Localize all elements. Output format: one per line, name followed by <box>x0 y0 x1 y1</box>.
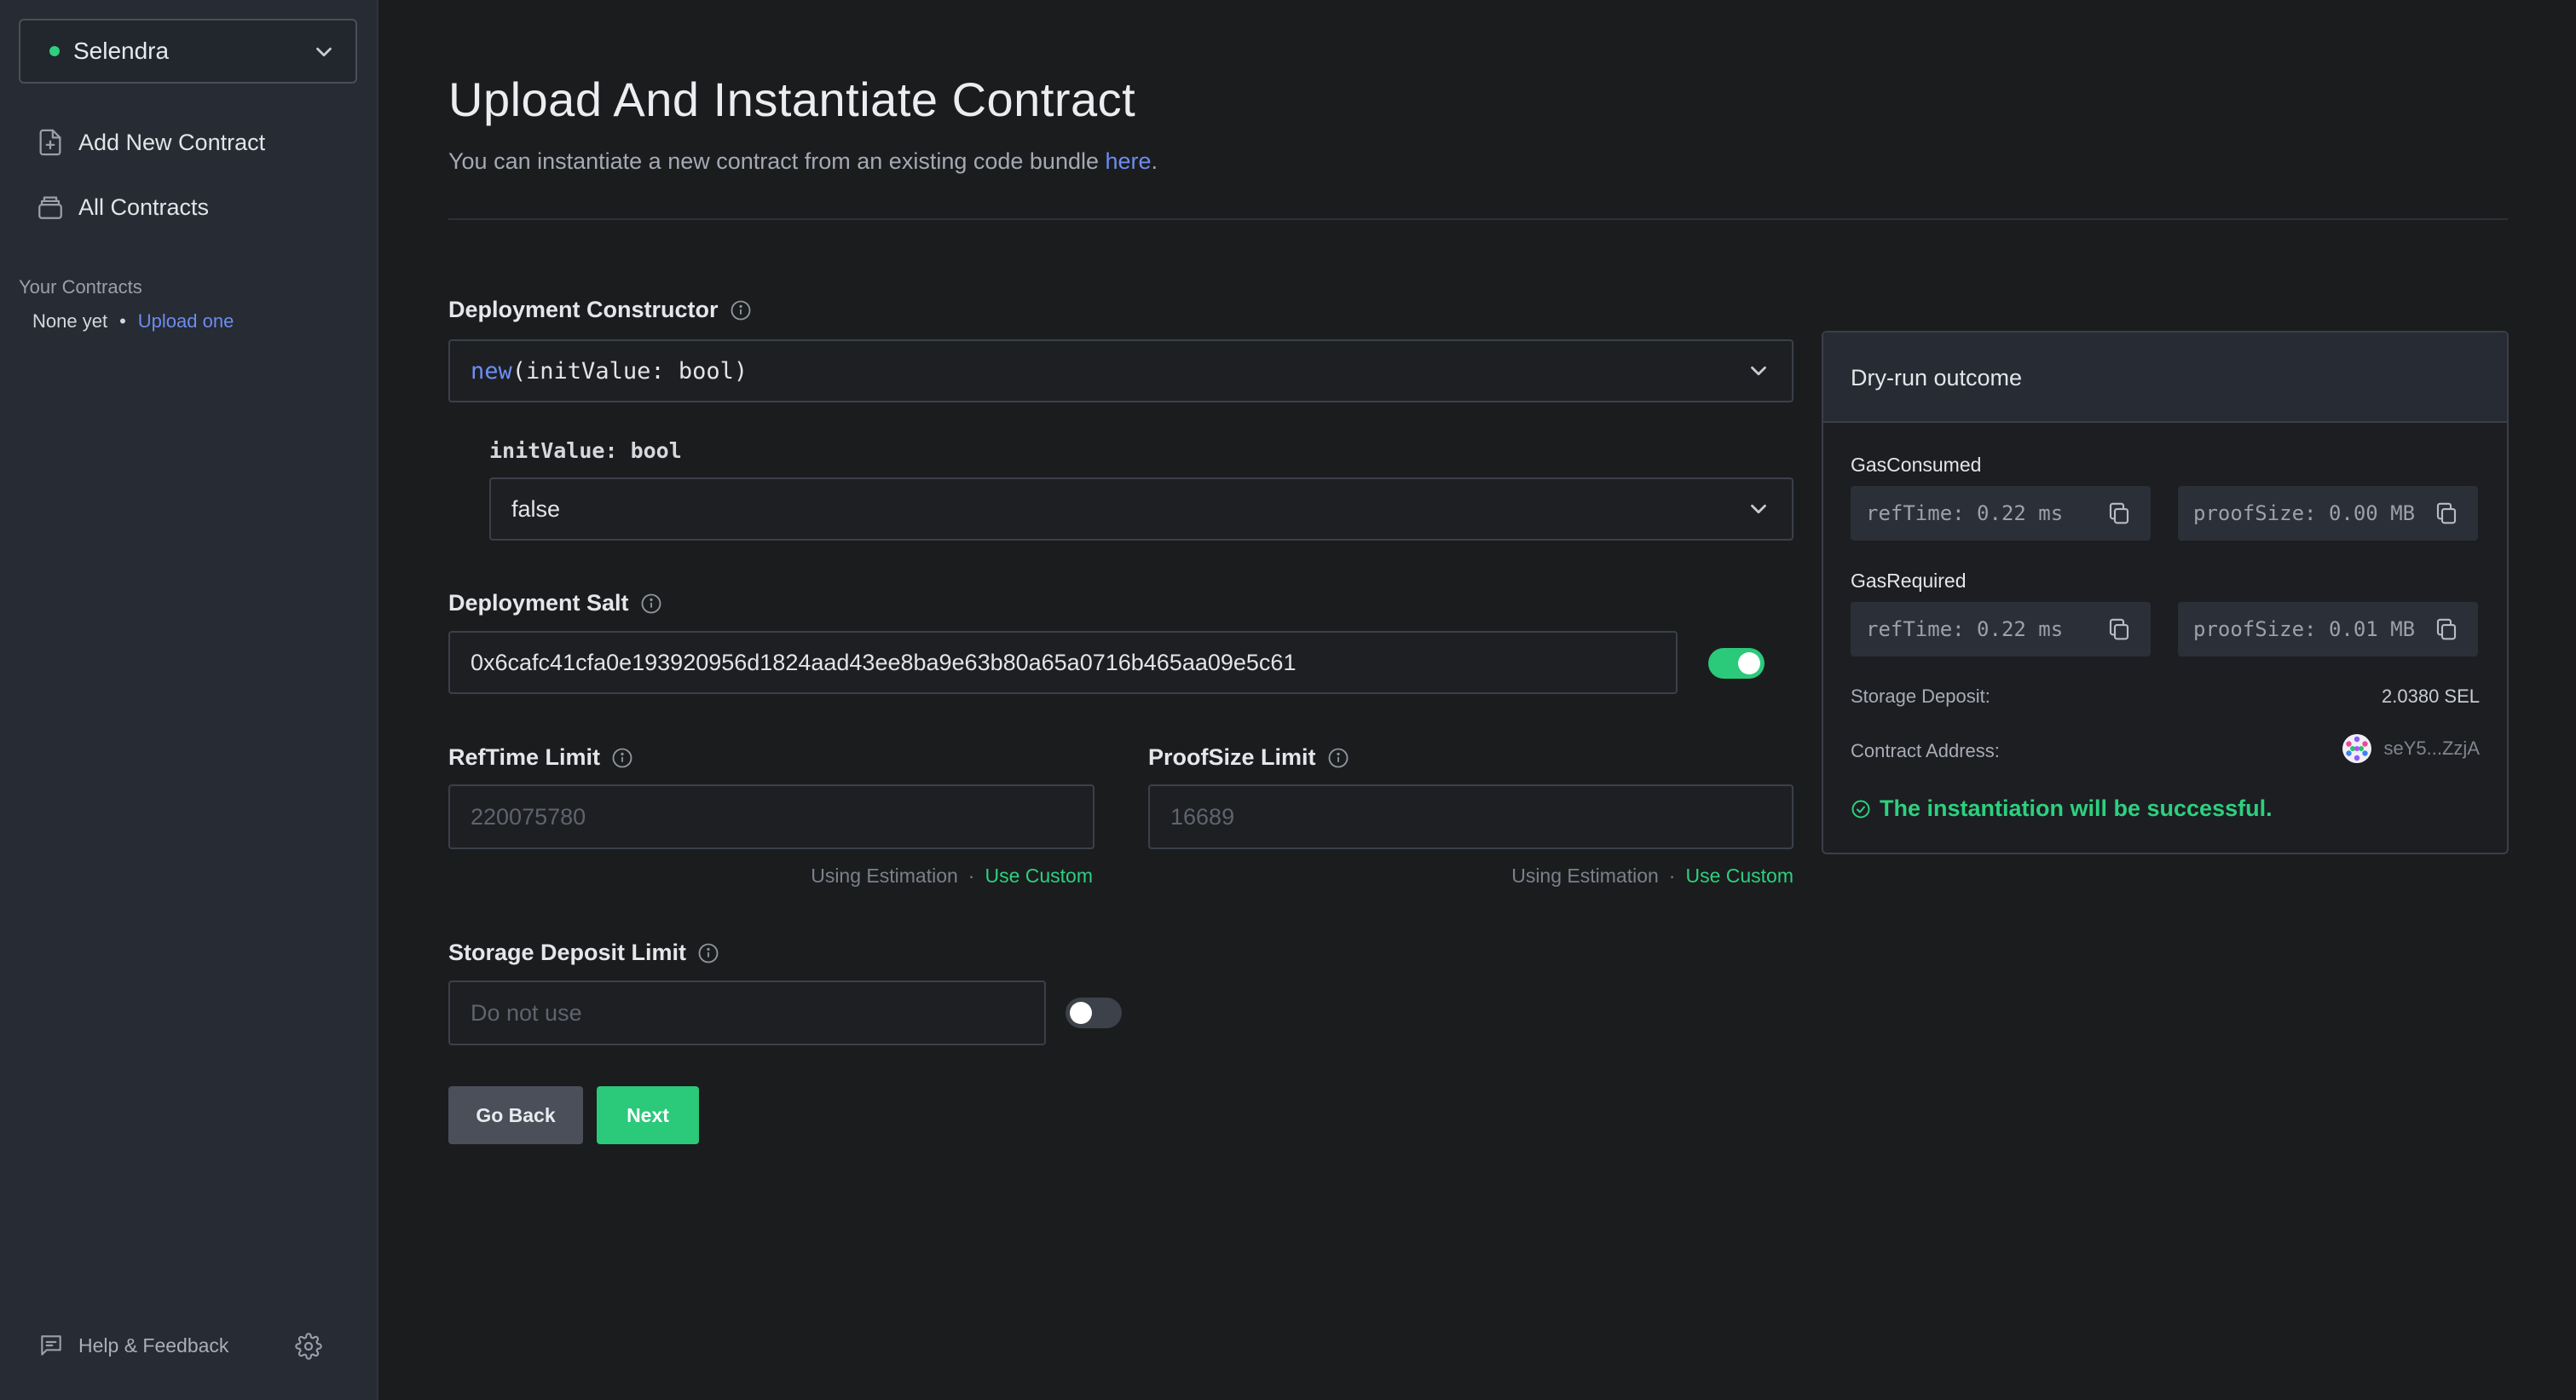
constructor-keyword: new <box>471 357 512 385</box>
chain-selector[interactable]: Selendra <box>19 19 357 84</box>
deployment-salt-label: Deployment Salt <box>448 590 663 616</box>
init-value: false <box>511 495 561 522</box>
gas-consumed-reftime: refTime: 0.22 ms <box>1851 486 2151 541</box>
estimation-text: Using Estimation <box>1511 865 1659 887</box>
gas-required-label: GasRequired <box>1851 570 1967 592</box>
dry-run-title: Dry-run outcome <box>1851 365 2023 390</box>
toggle-knob <box>1070 1002 1092 1024</box>
chain-name: Selendra <box>73 38 170 64</box>
estimation-text: Using Estimation <box>811 865 958 887</box>
gas-required-reftime: refTime: 0.22 ms <box>1851 602 2151 657</box>
storage-deposit-toggle[interactable] <box>1066 998 1122 1028</box>
gas-value: proofSize: 0.01 MB <box>2193 617 2416 641</box>
your-contracts-empty: None yet • Upload one <box>32 310 234 333</box>
success-message: The instantiation will be successful. <box>1851 795 2273 822</box>
reftime-placeholder: 220075780 <box>471 803 586 830</box>
reftime-limit-label: RefTime Limit <box>448 744 634 771</box>
storage-placeholder: Do not use <box>471 999 582 1026</box>
constructor-select[interactable]: new(initValue: bool) <box>448 339 1793 402</box>
proofsize-limit-input[interactable]: 16689 <box>1148 784 1793 849</box>
proofsize-estimation: Using Estimation · Use Custom <box>1511 865 1793 888</box>
salt-toggle[interactable] <box>1708 648 1765 679</box>
sidebar: Selendra Add New Contract All Contracts … <box>0 0 378 1400</box>
storage-deposit-label: Storage Deposit: <box>1851 686 1990 707</box>
proofsize-placeholder: 16689 <box>1170 803 1235 830</box>
chat-icon <box>41 1335 61 1356</box>
label-text: Storage Deposit Limit <box>448 940 687 965</box>
archive-icon <box>38 196 62 219</box>
gas-required-proofsize: proofSize: 0.01 MB <box>2178 602 2478 657</box>
info-icon[interactable] <box>639 592 663 616</box>
proofsize-use-custom-link[interactable]: Use Custom <box>1685 865 1793 888</box>
salt-input[interactable]: 0x6cafc41cfa0e193920956d1824aad43ee8ba9e… <box>448 631 1678 694</box>
copy-icon[interactable] <box>2106 616 2132 642</box>
help-label: Help & Feedback <box>78 1333 229 1357</box>
contract-address-label: Contract Address: <box>1851 740 2000 761</box>
gas-consumed-label: GasConsumed <box>1851 454 1982 476</box>
info-icon[interactable] <box>1326 746 1350 770</box>
chain-status-dot <box>49 46 60 56</box>
upload-one-link[interactable]: Upload one <box>138 310 234 333</box>
sidebar-item-label: All Contracts <box>78 194 210 220</box>
label-text: Deployment Constructor <box>448 297 719 322</box>
next-button[interactable]: Next <box>597 1086 699 1144</box>
go-back-button[interactable]: Go Back <box>448 1086 583 1144</box>
info-icon[interactable] <box>729 298 753 322</box>
copy-icon[interactable] <box>2106 500 2132 526</box>
proofsize-limit-label: ProofSize Limit <box>1148 744 1350 771</box>
identicon-icon <box>2342 734 2371 763</box>
constructor-signature: (initValue: bool) <box>511 357 748 385</box>
help-feedback-link[interactable]: Help & Feedback <box>38 1332 228 1359</box>
gas-value: refTime: 0.22 ms <box>1866 501 2064 525</box>
page-subtitle: You can instantiate a new contract from … <box>448 148 1158 175</box>
your-contracts-heading: Your Contracts <box>19 276 142 298</box>
storage-deposit-value: 2.0380 SEL <box>2382 686 2480 707</box>
separator: • <box>119 310 126 332</box>
salt-value: 0x6cafc41cfa0e193920956d1824aad43ee8ba9e… <box>471 649 1297 675</box>
label-text: ProofSize Limit <box>1148 744 1316 770</box>
contract-address[interactable]: seY5...ZzjA <box>2342 733 2480 764</box>
chevron-down-icon <box>1751 366 1766 376</box>
label-text: RefTime Limit <box>448 744 601 770</box>
init-value-label: initValue: bool <box>489 438 682 463</box>
copy-icon[interactable] <box>2434 500 2459 526</box>
storage-deposit-limit-input[interactable]: Do not use <box>448 981 1046 1045</box>
init-value-select[interactable]: false <box>489 477 1793 541</box>
sidebar-item-label: Add New Contract <box>78 129 266 155</box>
reftime-limit-input[interactable]: 220075780 <box>448 784 1095 849</box>
info-icon[interactable] <box>610 746 634 770</box>
chevron-down-icon <box>1751 504 1766 514</box>
page-title: Upload And Instantiate Contract <box>448 72 1136 126</box>
separator: · <box>1668 865 1676 887</box>
contract-address-value: seY5...ZzjA <box>2383 738 2480 759</box>
subtitle-text: You can instantiate a new contract from … <box>448 148 1106 174</box>
subtitle-end: . <box>1151 148 1158 174</box>
copy-icon[interactable] <box>2434 616 2459 642</box>
dry-run-header: Dry-run outcome <box>1823 333 2507 423</box>
sidebar-item-all-contracts[interactable]: All Contracts <box>36 193 209 222</box>
chevron-down-icon <box>316 47 332 57</box>
reftime-use-custom-link[interactable]: Use Custom <box>985 865 1093 888</box>
deployment-constructor-label: Deployment Constructor <box>448 297 753 323</box>
check-circle-icon <box>1851 800 1870 818</box>
reftime-estimation: Using Estimation · Use Custom <box>811 865 1093 888</box>
divider <box>448 218 2508 220</box>
label-text: Deployment Salt <box>448 590 629 616</box>
sidebar-item-add-new-contract[interactable]: Add New Contract <box>36 128 265 157</box>
separator: · <box>967 865 975 887</box>
gas-value: proofSize: 0.00 MB <box>2193 501 2416 525</box>
gear-icon[interactable] <box>295 1333 322 1360</box>
gas-consumed-proofsize: proofSize: 0.00 MB <box>2178 486 2478 541</box>
storage-deposit-limit-label: Storage Deposit Limit <box>448 940 720 966</box>
dry-run-panel: Dry-run outcome GasConsumed refTime: 0.2… <box>1822 331 2509 854</box>
success-text: The instantiation will be successful. <box>1880 795 2273 821</box>
info-icon[interactable] <box>696 941 720 965</box>
file-plus-icon <box>39 129 61 156</box>
empty-text: None yet <box>32 310 108 332</box>
toggle-knob <box>1738 652 1760 674</box>
here-link[interactable]: here <box>1106 148 1152 174</box>
gas-value: refTime: 0.22 ms <box>1866 617 2064 641</box>
